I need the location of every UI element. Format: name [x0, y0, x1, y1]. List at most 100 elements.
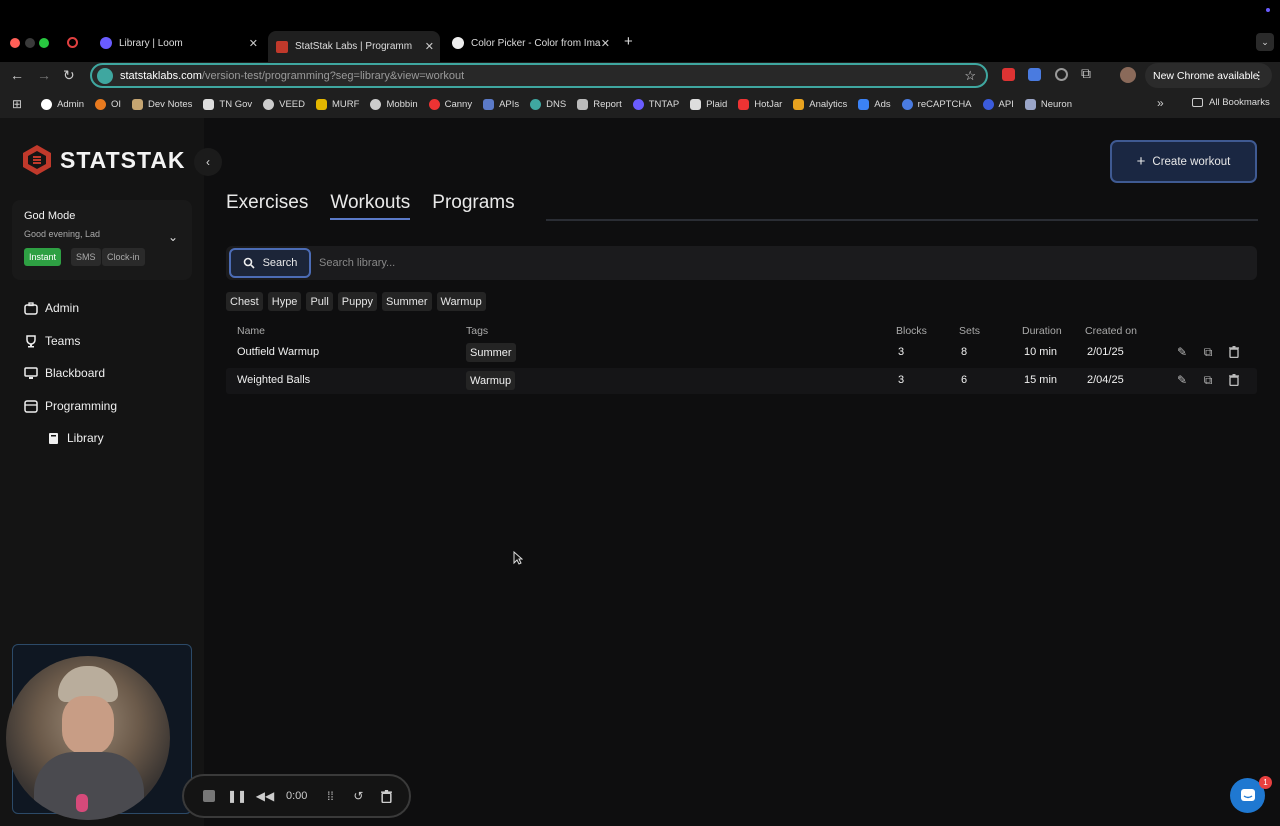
bookmark-item[interactable]: Report	[577, 98, 622, 110]
profile-avatar[interactable]	[1120, 67, 1136, 83]
workout-name[interactable]: Outfield Warmup	[237, 346, 319, 358]
maximize-window-button[interactable]	[39, 38, 49, 48]
bookmark-item[interactable]: API	[982, 98, 1014, 110]
briefcase-icon	[24, 301, 38, 315]
tab-exercises[interactable]: Exercises	[226, 192, 308, 220]
bookmark-item[interactable]: TNTAP	[632, 98, 679, 110]
delete-icon[interactable]	[1227, 373, 1241, 387]
delete-recording-icon[interactable]	[373, 783, 399, 809]
sidebar-item-teams[interactable]: Teams	[24, 334, 80, 348]
back-button[interactable]: ←	[10, 67, 24, 83]
workout-name[interactable]: Weighted Balls	[237, 374, 310, 386]
workout-sets: 8	[961, 346, 968, 358]
tag-filter-puppy[interactable]: Puppy	[337, 292, 377, 311]
bookmark-item[interactable]: APIs	[483, 98, 519, 110]
pill-instant[interactable]: Instant	[24, 248, 62, 266]
bookmark-item[interactable]: TN Gov	[203, 98, 252, 110]
duplicate-icon[interactable]: ⧉	[1201, 373, 1215, 387]
browser-chrome: Library | Loom ✕ StatStak Labs | Program…	[0, 0, 1280, 118]
bookmark-item[interactable]: OI	[95, 98, 121, 110]
bookmark-icon	[203, 98, 215, 110]
create-workout-button[interactable]: + Create workout	[1110, 140, 1257, 183]
extension-gray-icon[interactable]	[1055, 68, 1068, 81]
bookmark-item[interactable]: HotJar	[738, 98, 782, 110]
close-tab-icon[interactable]: ✕	[601, 37, 610, 50]
bookmark-item[interactable]: Analytics	[793, 98, 847, 110]
table-row[interactable]: Weighted Balls Warmup 3 6 15 min 2/04/25…	[226, 368, 1257, 394]
bookmark-item[interactable]: Admin	[41, 98, 84, 110]
tag-filter-hype[interactable]: Hype	[267, 292, 302, 311]
close-window-button[interactable]	[10, 38, 20, 48]
loom-webcam-bubble[interactable]	[6, 656, 170, 820]
rewind-button[interactable]: ◀◀	[252, 783, 278, 809]
sidebar-item-programming[interactable]: Programming	[24, 399, 117, 413]
column-header-created-on[interactable]: Created on	[1085, 325, 1137, 337]
workout-duration: 10 min	[1024, 346, 1058, 358]
pause-button[interactable]: ❚❚	[224, 783, 250, 809]
tab-loom[interactable]: Library | Loom ✕	[92, 31, 264, 55]
user-card[interactable]: God Mode Good evening, Lad ⌄ Instant SMS…	[12, 200, 192, 280]
folder-icon	[1192, 98, 1203, 107]
minimize-window-button[interactable]	[25, 38, 35, 48]
column-header-tags[interactable]: Tags	[466, 325, 488, 337]
column-header-blocks[interactable]: Blocks	[896, 325, 927, 337]
tag-filter-summer[interactable]: Summer	[381, 292, 432, 311]
bookmark-item[interactable]: Neuron	[1024, 98, 1072, 110]
bookmark-item[interactable]: Canny	[428, 98, 472, 110]
address-bar[interactable]: statstaklabs.com /version-test/programmi…	[90, 63, 988, 88]
tab-statstak[interactable]: StatStak Labs | Programm ✕	[268, 31, 440, 62]
bookmark-item[interactable]: reCAPTCHA	[901, 98, 972, 110]
column-header-name[interactable]: Name	[237, 325, 265, 337]
statstak-logo-icon	[23, 145, 51, 175]
sidebar-item-admin[interactable]: Admin	[24, 301, 79, 315]
new-tab-button[interactable]: +	[624, 33, 633, 50]
search-input[interactable]	[319, 248, 1219, 278]
all-bookmarks-button[interactable]: All Bookmarks	[1192, 97, 1270, 108]
tag-filter-pull[interactable]: Pull	[306, 292, 333, 311]
menu-dots-icon[interactable]: ⋮	[1254, 70, 1265, 82]
bookmark-item[interactable]: Mobbin	[370, 98, 418, 110]
extensions-puzzle-icon[interactable]: ⧉	[1081, 65, 1091, 82]
close-tab-icon[interactable]: ✕	[249, 37, 258, 50]
forward-button[interactable]: →	[37, 67, 51, 83]
delete-icon[interactable]	[1227, 345, 1241, 359]
bookmark-item[interactable]: VEED	[263, 98, 305, 110]
bookmark-item[interactable]: Dev Notes	[132, 98, 192, 110]
translate-icon[interactable]	[1028, 68, 1041, 81]
column-header-duration[interactable]: Duration	[1022, 325, 1062, 337]
stop-recording-button[interactable]	[196, 783, 222, 809]
brand-logo[interactable]: STATSTAK	[22, 144, 186, 176]
pill-clock-in[interactable]: Clock-in	[102, 248, 145, 266]
tag-filter-chest[interactable]: Chest	[226, 292, 263, 311]
extension-red-icon[interactable]	[1002, 68, 1015, 81]
table-row[interactable]: Outfield Warmup Summer 3 8 10 min 2/01/2…	[226, 340, 1257, 366]
chevron-down-icon[interactable]: ⌄	[168, 230, 178, 244]
search-button[interactable]: Search	[229, 248, 311, 278]
chrome-update-button[interactable]: New Chrome available ⋮	[1145, 63, 1272, 88]
column-header-sets[interactable]: Sets	[959, 325, 980, 337]
tag-filter-warmup[interactable]: Warmup	[436, 292, 486, 311]
reload-button[interactable]: ↻	[63, 67, 75, 84]
tab-search-button[interactable]: ⌄	[1256, 33, 1274, 51]
apps-grid-icon[interactable]: ⊞	[12, 97, 22, 111]
site-info-icon[interactable]	[97, 67, 113, 84]
tab-programs[interactable]: Programs	[432, 192, 514, 220]
close-tab-icon[interactable]: ✕	[425, 40, 434, 53]
pill-sms[interactable]: SMS	[71, 248, 101, 266]
bookmark-item[interactable]: DNS	[530, 98, 566, 110]
duplicate-icon[interactable]: ⧉	[1201, 345, 1215, 359]
edit-icon[interactable]: ✎	[1175, 345, 1189, 359]
more-bookmarks-icon[interactable]: »	[1157, 96, 1164, 110]
bookmark-star-icon[interactable]: ☆	[964, 68, 976, 84]
grid-dots-icon[interactable]: ⁞⁞	[317, 783, 343, 809]
bookmark-item[interactable]: MURF	[316, 98, 359, 110]
restart-icon[interactable]: ↺	[345, 783, 371, 809]
tab-workouts[interactable]: Workouts	[330, 192, 411, 220]
sidebar-item-blackboard[interactable]: Blackboard	[24, 366, 105, 380]
edit-icon[interactable]: ✎	[1175, 373, 1189, 387]
collapse-sidebar-button[interactable]: ‹	[194, 148, 222, 176]
tab-color-picker[interactable]: Color Picker - Color from Ima ✕	[444, 31, 616, 55]
sidebar-item-library[interactable]: Library	[46, 431, 104, 445]
bookmark-item[interactable]: Plaid	[690, 98, 727, 110]
bookmark-item[interactable]: Ads	[858, 98, 891, 110]
